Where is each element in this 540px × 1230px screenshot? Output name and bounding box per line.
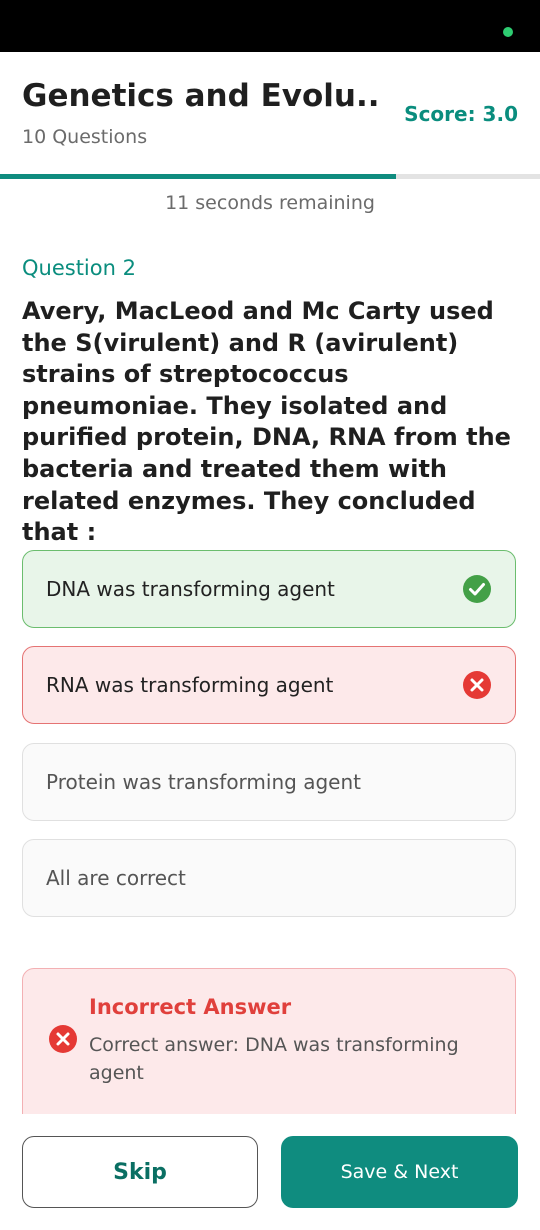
question-number: Question 2 (22, 256, 136, 280)
option-1[interactable]: DNA was transforming agent (22, 550, 516, 628)
quiz-header: Genetics and Evolu... 10 Questions Score… (0, 52, 540, 174)
status-indicator-dot (503, 27, 513, 37)
skip-button[interactable]: Skip (22, 1136, 258, 1208)
question-count: 10 Questions (22, 126, 148, 148)
status-bar (0, 0, 540, 52)
option-2[interactable]: RNA was transforming agent (22, 646, 516, 724)
option-3[interactable]: Protein was transforming agent (22, 743, 516, 821)
feedback-panel: Incorrect Answer Correct answer: DNA was… (22, 968, 516, 1138)
save-next-button[interactable]: Save & Next (281, 1136, 518, 1208)
option-label: RNA was transforming agent (46, 673, 334, 697)
quiz-title: Genetics and Evolu... (22, 78, 382, 114)
check-circle-icon (463, 575, 491, 603)
feedback-title: Incorrect Answer (89, 995, 292, 1019)
error-circle-icon (49, 1025, 77, 1053)
question-text: Avery, MacLeod and Mc Carty used the S(v… (22, 297, 511, 547)
option-label: All are correct (46, 866, 186, 890)
option-4[interactable]: All are correct (22, 839, 516, 917)
option-label: DNA was transforming agent (46, 577, 335, 601)
option-label: Protein was transforming agent (46, 770, 361, 794)
feedback-text: Correct answer: DNA was transforming age… (89, 1034, 459, 1084)
progress-bar (0, 174, 540, 179)
score-label: Score: 3.0 (404, 102, 518, 126)
close-circle-icon (463, 671, 491, 699)
timer-text: 11 seconds remaining (165, 192, 375, 214)
bottom-action-bar: Skip Save & Next (0, 1114, 540, 1230)
progress-bar-fill (0, 174, 396, 179)
